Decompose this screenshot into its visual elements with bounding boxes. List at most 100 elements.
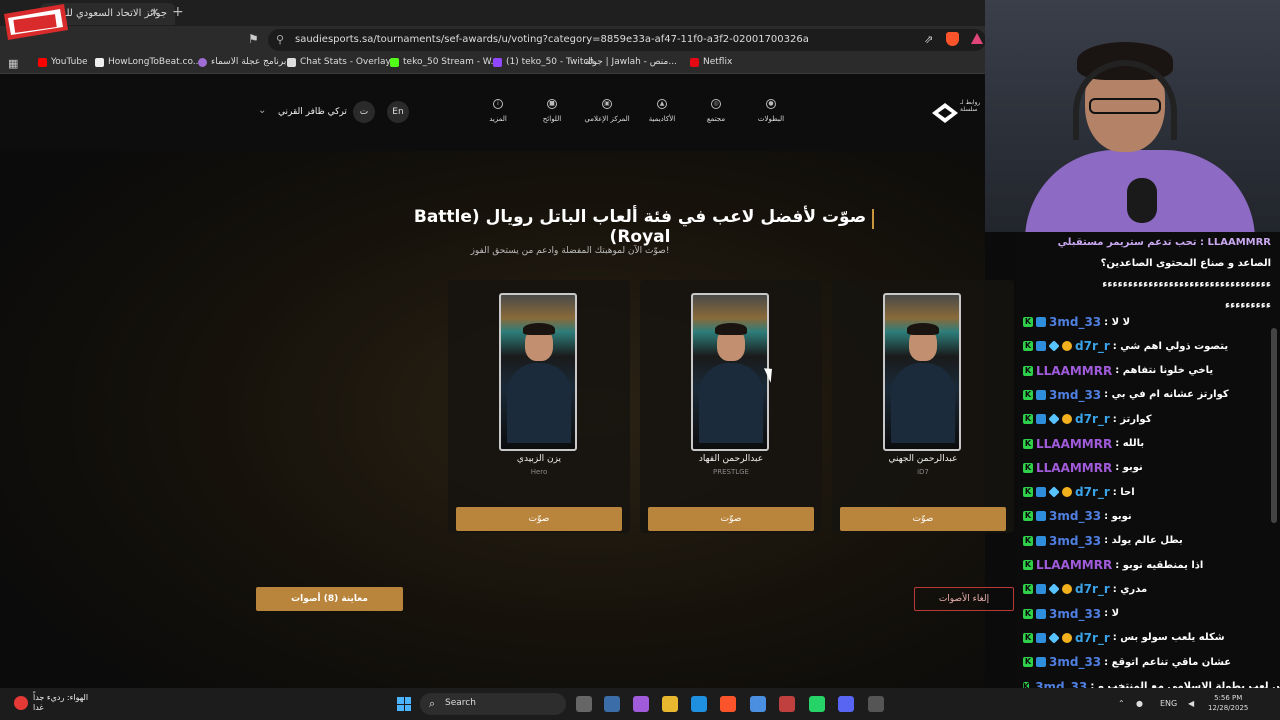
- chat-username[interactable]: 3md_33: [1049, 388, 1101, 402]
- chat-username[interactable]: d7r_r: [1075, 582, 1110, 596]
- chat-username[interactable]: LLAAMMRR: [1036, 437, 1112, 451]
- taskbar-search[interactable]: ⌕ Search: [420, 693, 566, 715]
- bookmark-name-wheel[interactable]: برنامج عجلة الاسماء: [198, 57, 286, 67]
- volume-icon[interactable]: ◀: [1188, 699, 1194, 708]
- site-logo[interactable]: روابط لـ سلسلة: [932, 97, 982, 127]
- chat-username[interactable]: LLAAMMRR: [1036, 461, 1112, 475]
- page-title: صوّت لأفضل لاعب في فئة ألعاب الباتل رويا…: [413, 207, 867, 247]
- netflix-icon: [690, 57, 699, 67]
- kick-badge-icon: K: [1023, 438, 1033, 449]
- chat-scrollbar[interactable]: [1271, 328, 1277, 523]
- bookmark-youtube[interactable]: YouTube: [38, 57, 88, 67]
- nav-tournaments[interactable]: ● البطولات: [741, 99, 801, 123]
- url-bar[interactable]: ⚲ saudiesports.sa/tournaments/sef-awards…: [268, 29, 986, 51]
- nav-more[interactable]: i المزيد: [468, 99, 528, 123]
- chevron-down-icon[interactable]: ⌄: [258, 105, 266, 116]
- cube-badge-icon: [1048, 583, 1060, 595]
- edge-icon[interactable]: [691, 696, 707, 712]
- chat-username[interactable]: 3md_33: [1049, 655, 1101, 669]
- microphone-tray-icon[interactable]: ●: [1136, 699, 1143, 708]
- search-placeholder: Search: [445, 698, 476, 708]
- chat-stats-icon: [287, 57, 296, 67]
- chat-message: K 3md_33: بطل عالم يولد: [1023, 531, 1273, 551]
- vote-button[interactable]: صوّت: [456, 507, 622, 531]
- chat-username[interactable]: LLAAMMRR: [1036, 364, 1112, 378]
- chat-username[interactable]: 3md_33: [1049, 315, 1101, 329]
- gold-badge-icon: [1062, 414, 1072, 425]
- whatsapp-icon[interactable]: [809, 696, 825, 712]
- player-card: عبدالرحمن الجهني iD7 صوّت: [832, 280, 1014, 533]
- nav-academy[interactable]: ▲ الأكاديمية: [632, 99, 692, 123]
- glasses-icon: [1089, 98, 1161, 114]
- windows-start-icon[interactable]: [397, 697, 411, 711]
- apps-grid-icon[interactable]: ▦: [8, 57, 18, 70]
- site-info-icon[interactable]: ⚲: [276, 33, 284, 46]
- bookmark-kick[interactable]: teko_50 Stream - W...: [390, 57, 499, 67]
- vote-button[interactable]: صوّت: [840, 507, 1006, 531]
- language-en-button[interactable]: En: [387, 101, 409, 123]
- share-icon[interactable]: ⇗: [924, 33, 933, 46]
- chat-username[interactable]: d7r_r: [1075, 631, 1110, 645]
- file-explorer-icon[interactable]: [662, 696, 678, 712]
- bookmark-icon[interactable]: ⚑: [248, 32, 259, 46]
- chat-username[interactable]: 3md_33: [1049, 607, 1101, 621]
- store-icon[interactable]: [750, 696, 766, 712]
- cube-badge-icon: [1048, 486, 1060, 498]
- weather-widget[interactable]: الهواء: رديء جداً غدا: [33, 693, 88, 713]
- blue-badge-icon: [1036, 584, 1046, 595]
- site-navbar: روابط لـ سلسلة ● البطولات ◎ مجتمع ▲ الأكادي…: [0, 75, 985, 151]
- close-icon[interactable]: ✕: [150, 6, 159, 19]
- brave-shield-icon[interactable]: [946, 32, 959, 46]
- settings-icon[interactable]: [868, 696, 884, 712]
- chat-text: : نوبو: [1115, 462, 1143, 474]
- chat-username[interactable]: 3md_33: [1035, 680, 1087, 689]
- bookmark-netflix[interactable]: Netflix: [690, 57, 732, 67]
- chat-username[interactable]: d7r_r: [1075, 485, 1110, 499]
- clock[interactable]: 5:56 PM 12/28/2025: [1208, 693, 1248, 713]
- bookmark-chat-stats[interactable]: Chat Stats - Overlay...: [287, 57, 398, 67]
- chat-username[interactable]: LLAAMMRR: [1036, 558, 1112, 572]
- preview-votes-button[interactable]: معاينة (8) أصوات: [256, 587, 403, 611]
- bookmark-twitch[interactable]: (1) teko_50 - Twitch: [493, 57, 594, 67]
- kick-badge-icon: K: [1023, 487, 1033, 498]
- chat-text: : بطل عالم يولد: [1104, 535, 1183, 547]
- weather-icon[interactable]: [14, 696, 28, 710]
- kick-badge-icon: K: [1023, 657, 1033, 668]
- chat-username[interactable]: 3md_33: [1049, 534, 1101, 548]
- kick-badge-icon: K: [1023, 511, 1033, 522]
- bookmark-howlongtobeat[interactable]: HowLongToBeat.co...: [95, 57, 201, 67]
- discord-icon[interactable]: [838, 696, 854, 712]
- player-team: Hero: [530, 468, 548, 476]
- blue-badge-icon: [1036, 535, 1046, 546]
- app-icon[interactable]: [779, 696, 795, 712]
- language-indicator[interactable]: ENG: [1160, 699, 1177, 708]
- chat-username[interactable]: 3md_33: [1049, 509, 1101, 523]
- brave-icon[interactable]: [720, 696, 736, 712]
- chevron-up-icon[interactable]: ⌃: [1118, 699, 1125, 708]
- chat-message: Kd7r_r: شكله يلعب سولو بس: [1023, 628, 1273, 648]
- nav-community[interactable]: ◎ مجتمع: [686, 99, 746, 123]
- url-text[interactable]: saudiesports.sa/tournaments/sef-awards/u…: [295, 34, 809, 45]
- chat-username[interactable]: d7r_r: [1075, 339, 1110, 353]
- blue-badge-icon: [1036, 389, 1046, 400]
- cancel-votes-button[interactable]: إلغاء الأصوات: [914, 587, 1014, 611]
- kick-badge-icon: K: [1023, 608, 1033, 619]
- blue-badge-icon: [1036, 414, 1046, 425]
- blue-badge-icon: [1036, 608, 1046, 619]
- language-ar-button[interactable]: ت: [353, 101, 375, 123]
- vote-button[interactable]: صوّت: [648, 507, 814, 531]
- nav-regulations[interactable]: ■ اللوائح: [522, 99, 582, 123]
- new-tab-icon[interactable]: +: [172, 4, 184, 20]
- username[interactable]: تركي ظافر القرني: [278, 107, 347, 117]
- bookmark-jawlah[interactable]: جولة | Jawlah - منص...: [585, 57, 677, 67]
- rewards-icon[interactable]: [971, 33, 983, 44]
- teko-logo: [4, 4, 68, 40]
- chat-message: Kd7r_r: يتصوت ذولي اهم شي: [1023, 336, 1273, 356]
- chat-username[interactable]: d7r_r: [1075, 412, 1110, 426]
- nav-media-center[interactable]: ▣ المركز الإعلامي: [577, 99, 637, 123]
- copilot-icon[interactable]: [633, 696, 649, 712]
- widgets-icon[interactable]: [604, 696, 620, 712]
- chat-text: : مدري: [1112, 583, 1148, 595]
- task-view-icon[interactable]: [576, 696, 592, 712]
- logo-text: روابط لـ سلسلة: [960, 99, 981, 113]
